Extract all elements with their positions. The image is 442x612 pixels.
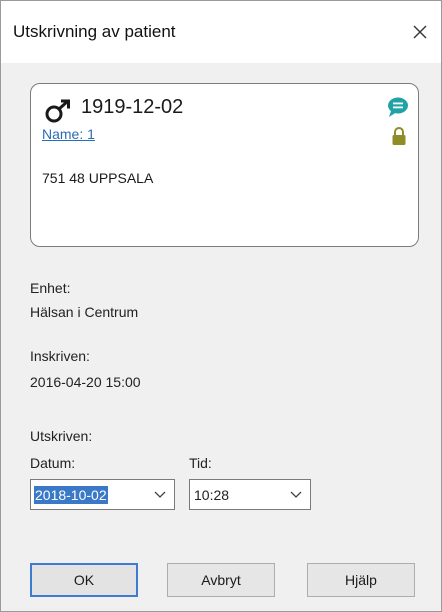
- time-label: Tid:: [189, 455, 212, 471]
- discharge-dialog: Utskrivning av patient 1919-12-02 Name: …: [0, 0, 442, 612]
- date-label: Datum:: [30, 455, 76, 471]
- date-value: 2018-10-02: [34, 486, 108, 504]
- cancel-button[interactable]: Avbryt: [167, 563, 275, 597]
- title-bar: Utskrivning av patient: [1, 1, 441, 63]
- chevron-down-icon: [290, 491, 302, 498]
- chevron-down-icon: [154, 491, 166, 498]
- window-title: Utskrivning av patient: [13, 22, 176, 41]
- admitted-label: Inskriven:: [30, 348, 90, 364]
- discharged-label: Utskriven:: [30, 428, 93, 444]
- male-icon: [45, 99, 70, 123]
- unit-value: Hälsan i Centrum: [30, 304, 139, 320]
- patient-address: 751 48 UPPSALA: [42, 170, 154, 186]
- speech-bubble-icon[interactable]: [387, 96, 409, 118]
- patient-dob: 1919-12-02: [81, 96, 184, 118]
- close-button[interactable]: [405, 17, 435, 47]
- date-picker[interactable]: 2018-10-02: [30, 479, 175, 510]
- help-button[interactable]: Hjälp: [307, 563, 415, 597]
- admitted-value: 2016-04-20 15:00: [30, 374, 141, 390]
- time-picker[interactable]: 10:28: [189, 479, 311, 510]
- unit-label: Enhet:: [30, 280, 71, 296]
- patient-name-link[interactable]: Name: 1: [42, 126, 95, 142]
- ok-button[interactable]: OK: [30, 563, 138, 597]
- lock-icon: [392, 127, 406, 145]
- close-icon: [413, 25, 427, 39]
- patient-card: 1919-12-02 Name: 1 751 48 UPPSALA: [30, 83, 419, 247]
- time-value: 10:28: [194, 487, 230, 503]
